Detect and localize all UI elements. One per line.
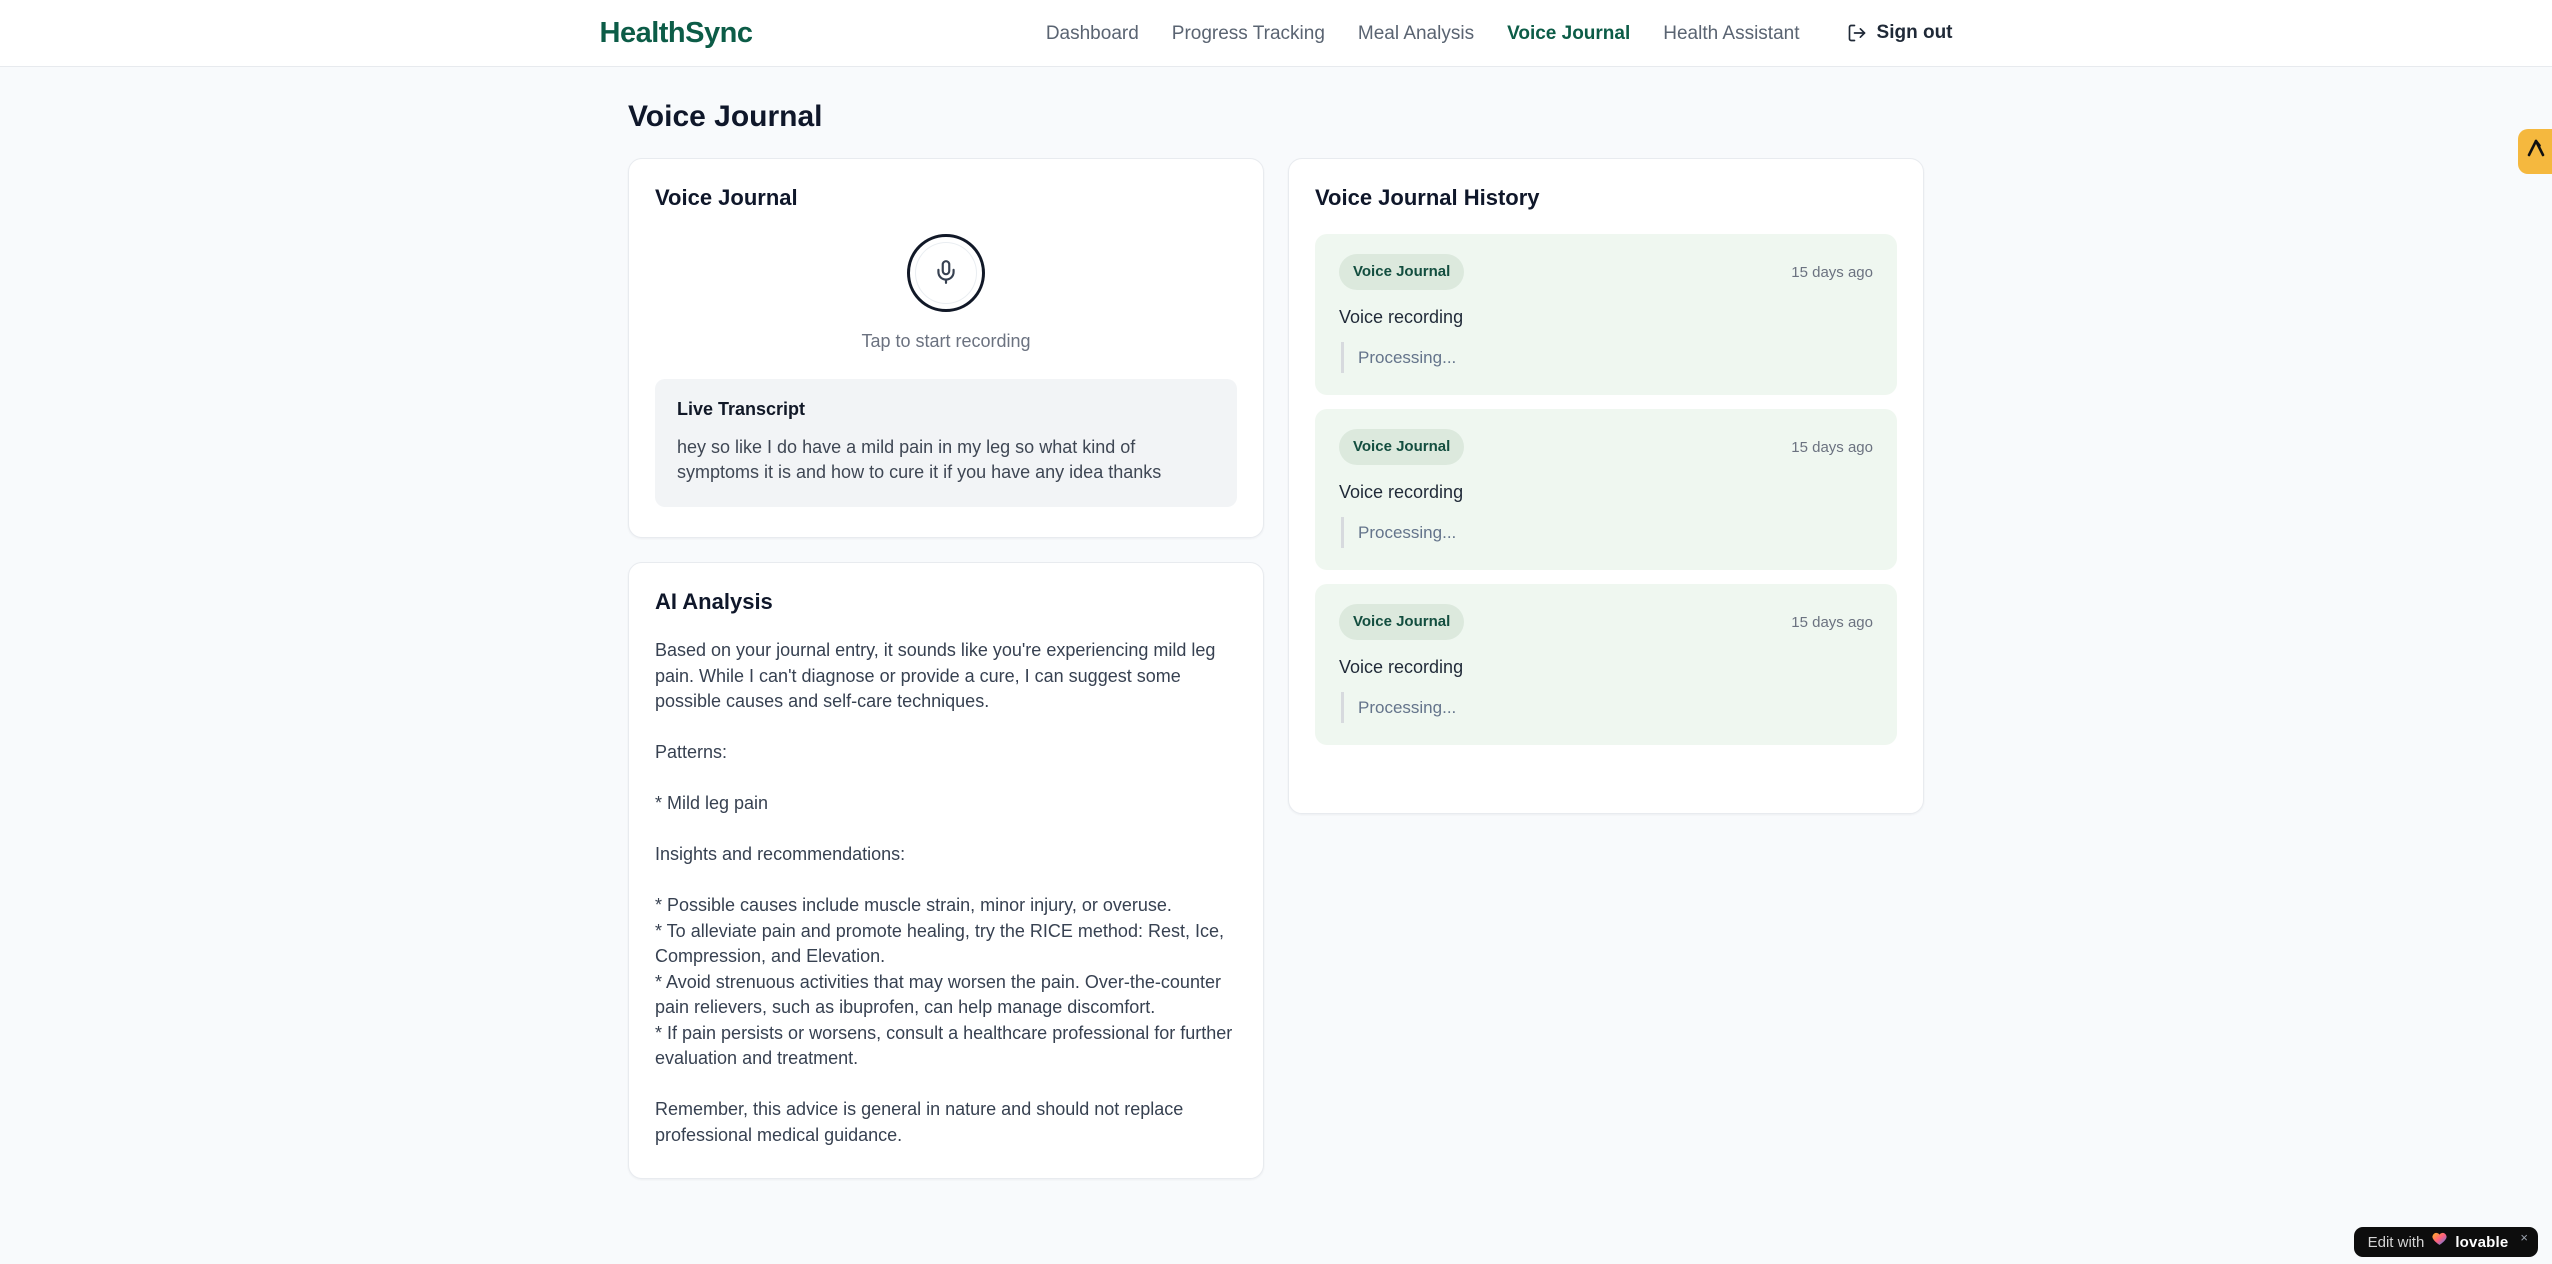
entry-title: Voice recording [1339,657,1464,677]
nav-dashboard[interactable]: Dashboard [1046,21,1139,46]
entry-type-badge: Voice Journal [1339,604,1465,640]
entry-status: Processing... [1341,517,1873,548]
nav-progress-tracking[interactable]: Progress Tracking [1172,21,1325,46]
feedback-side-badge[interactable] [2518,129,2552,174]
entry-timestamp: 15 days ago [1791,613,1873,631]
live-transcript-panel: Live Transcript hey so like I do have a … [655,379,1237,507]
ai-analysis-text: Based on your journal entry, it sounds l… [655,640,1233,1145]
recorder-card: Voice Journal Tap to start recording Liv… [628,158,1264,538]
lovable-brand-label: lovable [2455,1233,2509,1251]
history-card: Voice Journal History Voice Journal 15 d… [1288,158,1924,814]
page-title: Voice Journal [628,100,823,133]
ai-analysis-card: AI Analysis Based on your journal entry,… [628,562,1264,1179]
history-entry[interactable]: Voice Journal 15 days ago Voice recordin… [1315,409,1897,570]
history-entry[interactable]: Voice Journal 15 days ago Voice recordin… [1315,234,1897,395]
lovable-prefix-label: Edit with [2367,1233,2425,1251]
caret-a-logo-icon [2524,136,2548,167]
entry-status: Processing... [1341,342,1873,373]
sign-out-icon [1847,23,1867,43]
primary-nav: Dashboard Progress Tracking Meal Analysi… [1046,21,1953,46]
entry-timestamp: 15 days ago [1791,438,1873,456]
live-transcript-text: hey so like I do have a mild pain in my … [677,437,1162,482]
entry-type-badge: Voice Journal [1339,429,1465,465]
sign-out-button[interactable]: Sign out [1847,22,1953,44]
lovable-badge[interactable]: Edit with lovable × [2353,1225,2538,1257]
entry-status: Processing... [1341,692,1873,723]
ai-analysis-title: AI Analysis [655,589,773,614]
entry-timestamp: 15 days ago [1791,263,1873,281]
nav-voice-journal[interactable]: Voice Journal [1507,21,1630,46]
record-button[interactable] [907,234,985,312]
nav-meal-analysis[interactable]: Meal Analysis [1358,21,1474,46]
close-icon[interactable]: × [2520,1225,2528,1250]
entry-type-badge: Voice Journal [1339,254,1465,290]
heart-icon [2431,1230,2448,1255]
nav-health-assistant[interactable]: Health Assistant [1663,21,1799,46]
app-logo[interactable]: HealthSync [600,18,753,47]
entry-title: Voice recording [1339,482,1464,502]
live-transcript-title: Live Transcript [677,399,806,419]
history-entry[interactable]: Voice Journal 15 days ago Voice recordin… [1315,584,1897,745]
tap-to-record-hint: Tap to start recording [861,331,1031,351]
microphone-icon [933,259,959,288]
top-nav: HealthSync Dashboard Progress Tracking M… [0,0,2552,67]
history-card-title: Voice Journal History [1315,185,1540,210]
entry-title: Voice recording [1339,307,1464,327]
recorder-card-title: Voice Journal [655,185,798,210]
sign-out-label: Sign out [1876,22,1953,43]
